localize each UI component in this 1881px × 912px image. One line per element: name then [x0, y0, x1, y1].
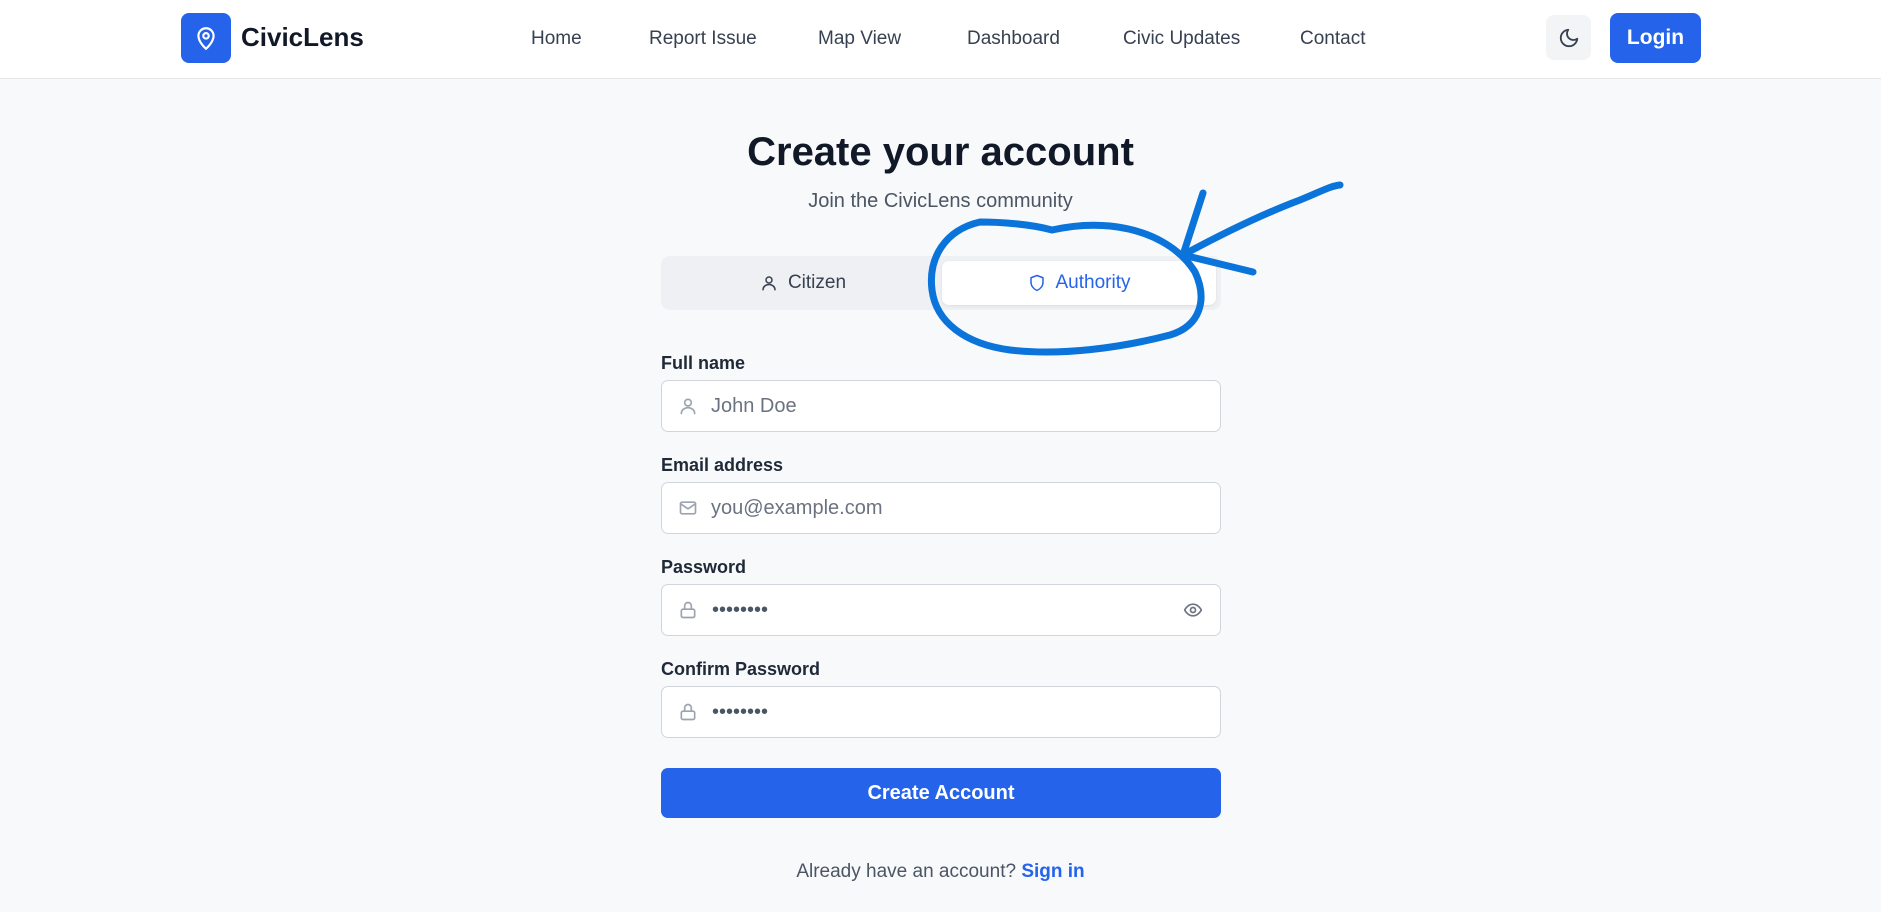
signin-link[interactable]: Sign in — [1021, 861, 1084, 882]
moon-icon — [1559, 28, 1578, 47]
full-name-field[interactable] — [661, 380, 1221, 432]
email-label: Email address — [661, 455, 784, 475]
email-input[interactable] — [711, 483, 1171, 533]
confirm-password-input[interactable]: •••••••• — [712, 701, 768, 724]
nav-contact[interactable]: Contact — [1300, 28, 1365, 50]
role-authority-label: Authority — [1055, 272, 1131, 293]
map-pin-icon — [197, 27, 215, 50]
eye-icon — [1183, 603, 1203, 617]
user-icon — [680, 398, 696, 415]
password-input[interactable]: •••••••• — [712, 599, 768, 622]
top-navbar: CivicLens Home Report Issue Map View Das… — [0, 0, 1881, 79]
role-authority-tab[interactable]: Authority — [942, 261, 1216, 305]
role-toggle: Citizen Authority — [661, 256, 1221, 310]
page-subtitle: Join the CivicLens community — [808, 190, 1073, 212]
create-account-button[interactable]: Create Account — [661, 768, 1221, 818]
signin-prompt: Already have an account? Sign in — [0, 861, 1881, 883]
logo-badge[interactable] — [181, 13, 231, 63]
signin-prompt-text: Already have an account? — [796, 861, 1017, 882]
nav-dashboard[interactable]: Dashboard — [967, 28, 1060, 50]
nav-map-view[interactable]: Map View — [818, 28, 901, 50]
role-citizen-tab[interactable]: Citizen — [666, 261, 940, 305]
confirm-password-label: Confirm Password — [661, 659, 821, 679]
nav-report-issue[interactable]: Report Issue — [649, 28, 757, 50]
show-password-button[interactable] — [1180, 598, 1206, 622]
full-name-input[interactable] — [711, 381, 1171, 431]
password-field[interactable]: •••••••• — [661, 584, 1221, 636]
role-citizen-label: Citizen — [787, 272, 847, 293]
lock-icon — [680, 601, 696, 619]
user-icon — [762, 276, 776, 291]
confirm-password-field[interactable]: •••••••• — [661, 686, 1221, 738]
shield-icon — [1029, 274, 1044, 292]
theme-toggle-button[interactable] — [1546, 15, 1591, 60]
brand-name[interactable]: CivicLens — [241, 22, 364, 53]
login-button[interactable]: Login — [1610, 13, 1701, 63]
lock-icon — [680, 703, 696, 721]
password-label: Password — [661, 557, 747, 577]
email-field[interactable] — [661, 482, 1221, 534]
page-title: Create your account — [747, 130, 1134, 174]
nav-civic-updates[interactable]: Civic Updates — [1123, 28, 1240, 50]
nav-home[interactable]: Home — [531, 28, 582, 50]
mail-icon — [679, 501, 697, 515]
full-name-label: Full name — [661, 353, 746, 373]
